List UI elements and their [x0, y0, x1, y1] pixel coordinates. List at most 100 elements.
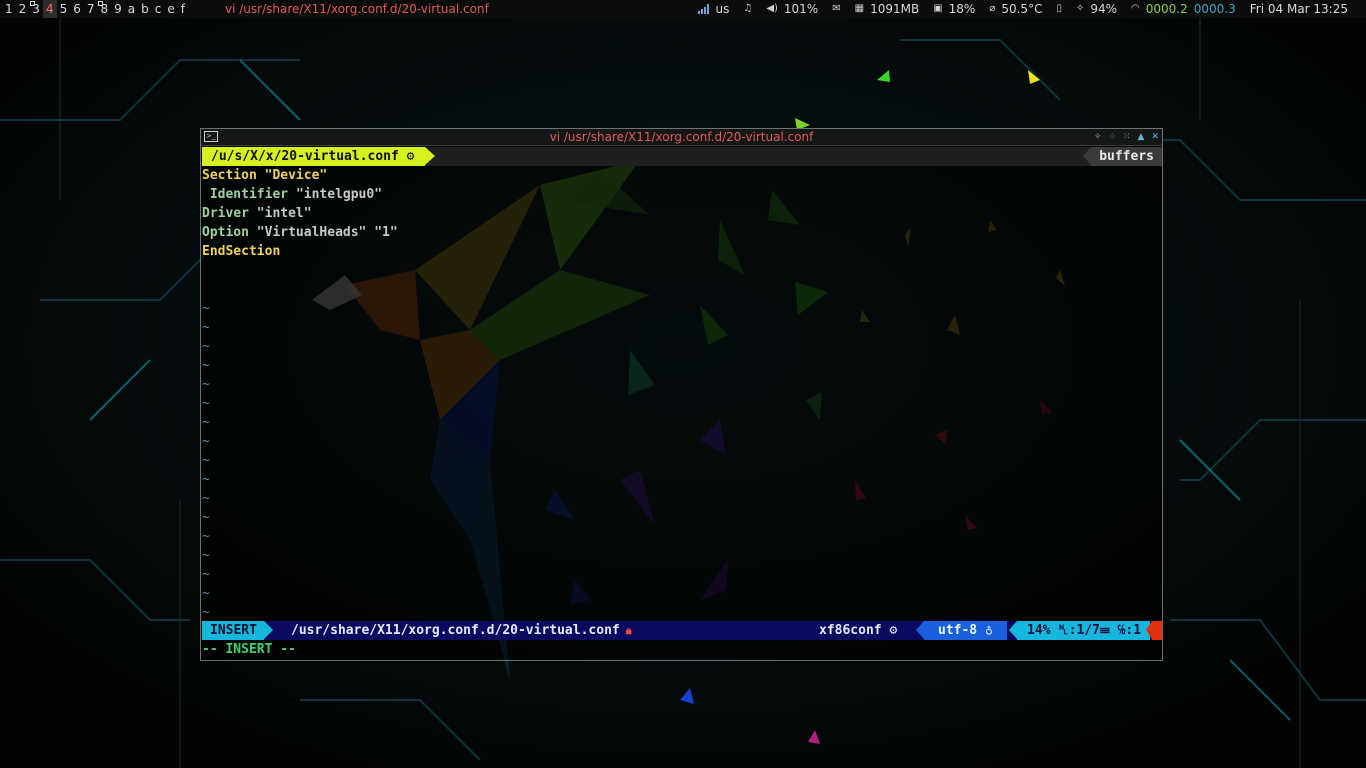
workspace-9[interactable]: 9: [111, 0, 125, 18]
keyword: Section: [202, 168, 257, 183]
battery-widget: ▯: [1056, 0, 1062, 18]
keyword: Identifier: [209, 187, 289, 202]
tilde-marker: ~: [202, 491, 210, 506]
vim-editor[interactable]: /u/s/X/x/20-virtual.conf ⚙ buffers Secti…: [202, 147, 1162, 640]
volume-widget[interactable]: ◀) 101%: [766, 0, 818, 18]
tilde-marker: ~: [202, 320, 210, 335]
window-titlebar[interactable]: >_ vi /usr/share/X11/xorg.conf.d/20-virt…: [201, 129, 1162, 146]
tab-active-buffer[interactable]: /u/s/X/x/20-virtual.conf ⚙: [202, 147, 434, 166]
tilde-marker: ~: [202, 586, 210, 601]
brightness-widget[interactable]: ✧ 94%: [1076, 0, 1117, 18]
vim-cmdline[interactable]: -- INSERT --: [202, 640, 296, 659]
workspace-a[interactable]: a: [125, 0, 138, 18]
buffers-label: buffers: [1083, 147, 1162, 166]
string-value: "intel": [256, 206, 312, 221]
music-icon: ♫: [743, 3, 753, 14]
workspace-f[interactable]: f: [178, 0, 188, 18]
network-widget[interactable]: ◠ 0000.2 0000.3: [1131, 0, 1236, 18]
file-path: /usr/share/X11/xorg.conf.d/20-virtual.co…: [291, 621, 632, 640]
window-controls: ✧ ⁘ ⁙ ▲ ✕: [1094, 129, 1159, 145]
workspace-3[interactable]: 3: [29, 0, 43, 18]
music-widget[interactable]: ♫: [743, 0, 752, 18]
code-area[interactable]: Section "Device" Identifier "intelgpu0" …: [202, 166, 1162, 622]
code-line-2: Identifier "intelgpu0": [202, 185, 1162, 204]
net-up-value: 0000.3: [1193, 2, 1236, 16]
mail-widget[interactable]: ✉: [832, 0, 840, 18]
focused-window-title: vi /usr/share/X11/xorg.conf.d/20-virtual…: [225, 2, 489, 16]
lock-icon: 🔒︎: [625, 624, 632, 637]
clock-widget[interactable]: Fri 04 Mar 13:25: [1250, 0, 1348, 18]
cursor-position: 14% ␤:1/7☰ ℅:1: [1008, 621, 1151, 640]
keyword: Option: [202, 225, 249, 240]
code-line-3: Driver "intel": [202, 204, 1162, 223]
vim-statusline: INSERT /usr/share/X11/xorg.conf.d/20-vir…: [202, 621, 1162, 640]
gear-icon: ⚙: [406, 149, 415, 164]
tilde-marker: ~: [202, 415, 210, 430]
workspace-8[interactable]: 8: [97, 0, 111, 18]
temperature-widget: ⌀ 50.5°C: [989, 0, 1042, 18]
signal-bars-icon: [698, 4, 710, 14]
tilde-marker: ~: [202, 510, 210, 525]
sticky-icon[interactable]: ⁘: [1108, 129, 1116, 145]
workspace-e[interactable]: e: [164, 0, 177, 18]
tab-label: /u/s/X/x/20-virtual.conf: [211, 149, 399, 164]
tilde-marker: ~: [202, 339, 210, 354]
tilde-marker: ~: [202, 472, 210, 487]
warning-indicator: [1146, 621, 1162, 640]
workspace-switcher: 123456789abcef: [2, 0, 188, 18]
file-path-label: /usr/share/X11/xorg.conf.d/20-virtual.co…: [291, 623, 620, 638]
brightness-icon: ✧: [1075, 3, 1085, 14]
cpu-icon: ▣: [933, 3, 943, 14]
battery-icon: ▯: [1056, 3, 1062, 14]
maximize-icon[interactable]: ▲: [1138, 129, 1145, 145]
tilde-marker: ~: [202, 377, 210, 392]
speaker-icon: ◀): [766, 3, 778, 14]
tilde-marker: ~: [202, 434, 210, 449]
brightness-value: 94%: [1090, 2, 1118, 16]
tilde-marker: ~: [202, 548, 210, 563]
string-value: "intelgpu0": [295, 187, 383, 202]
empty-line: [202, 280, 1162, 299]
volume-value: 101%: [783, 2, 819, 16]
string-value: "Device": [264, 168, 328, 183]
workspace-5[interactable]: 5: [57, 0, 71, 18]
status-area: us ♫ ◀) 101% ✉ ▦ 1091MB ▣ 18% ⌀ 50.5°C ▯ ✧ 94…: [698, 0, 1348, 18]
code-line-1: Section "Device": [202, 166, 1162, 185]
empty-buffer-markers: ~ ~ ~ ~ ~ ~ ~ ~ ~ ~ ~ ~ ~ ~ ~ ~ ~: [202, 299, 1162, 622]
tilde-marker: ~: [202, 529, 210, 544]
floating-icon[interactable]: ✧: [1094, 129, 1102, 145]
filetype: xf86conf ⚙: [819, 623, 898, 638]
memory-icon: ▦: [854, 3, 865, 14]
encoding: utf-8 ♁: [916, 621, 1007, 640]
workspace-1[interactable]: 1: [2, 0, 16, 18]
string-value: "VirtualHeads" "1": [256, 225, 398, 240]
workspace-c[interactable]: c: [152, 0, 165, 18]
memory-value: 1091MB: [870, 2, 920, 16]
ontop-icon[interactable]: ⁙: [1123, 129, 1131, 145]
window-title: vi /usr/share/X11/xorg.conf.d/20-virtual…: [549, 130, 814, 144]
vim-tabline: /u/s/X/x/20-virtual.conf ⚙ buffers: [202, 147, 1162, 166]
keyword: EndSection: [202, 244, 281, 259]
tilde-marker: ~: [202, 396, 210, 411]
cpu-widget: ▣ 18%: [933, 0, 975, 18]
workspace-6[interactable]: 6: [70, 0, 84, 18]
terminal-window[interactable]: >_ vi /usr/share/X11/xorg.conf.d/20-virt…: [200, 128, 1163, 661]
clock-value: Fri 04 Mar 13:25: [1249, 2, 1348, 16]
workspace-7[interactable]: 7: [84, 0, 98, 18]
tilde-marker: ~: [202, 605, 210, 620]
workspace-2[interactable]: 2: [16, 0, 30, 18]
keyboard-layout[interactable]: us: [698, 0, 729, 18]
code-line-4: Option "VirtualHeads" "1": [202, 223, 1162, 242]
mail-icon: ✉: [832, 3, 841, 14]
workspace-4[interactable]: 4: [42, 0, 57, 18]
empty-line: [202, 261, 1162, 280]
temperature-value: 50.5°C: [1001, 2, 1043, 16]
code-line-5: EndSection: [202, 242, 1162, 261]
close-icon[interactable]: ✕: [1151, 129, 1159, 145]
tilde-marker: ~: [202, 358, 210, 373]
wifi-icon: ◠: [1131, 3, 1140, 14]
net-down-value: 0000.2: [1145, 2, 1188, 16]
mode-indicator: INSERT: [202, 621, 273, 640]
workspace-b[interactable]: b: [138, 0, 152, 18]
